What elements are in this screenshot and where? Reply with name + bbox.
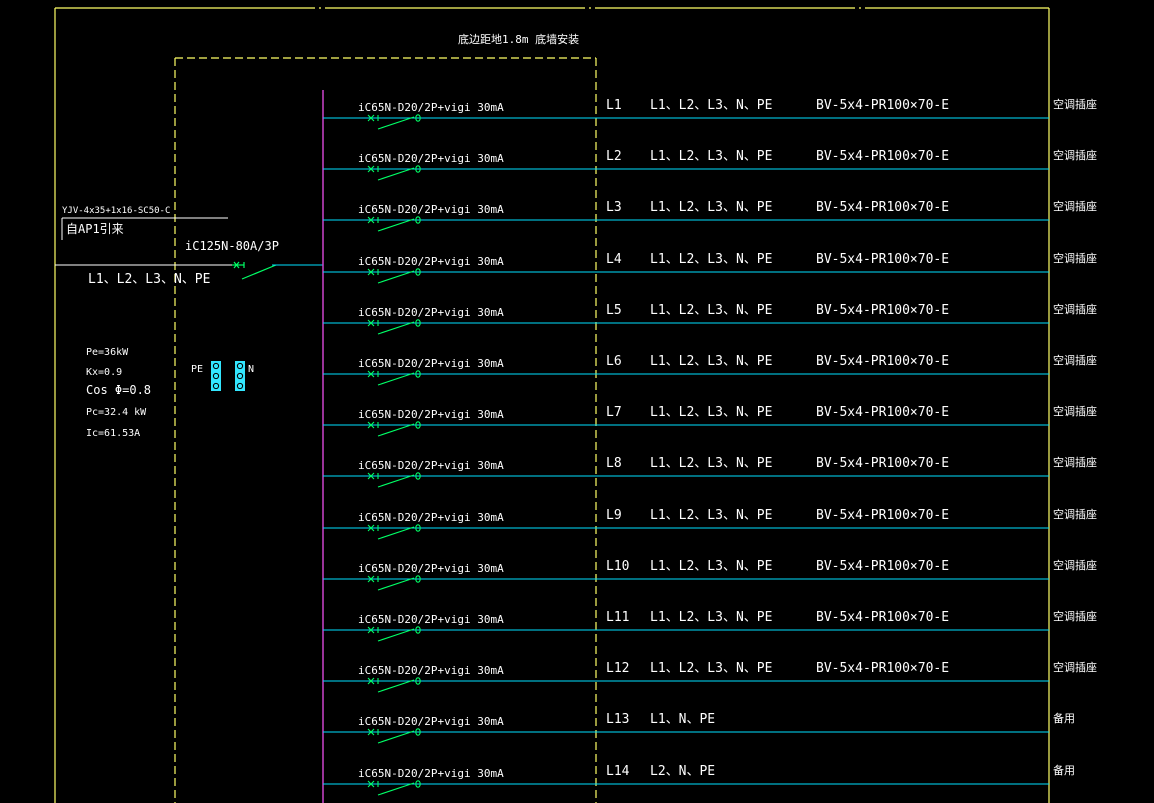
circuit-id: L1	[606, 98, 622, 113]
branch-breaker-label: iC65N-D20/2P+vigi 30mA	[358, 767, 504, 780]
circuit-usage: 空调插座	[1053, 559, 1097, 572]
circuit-cable: BV-5x4-PR100×70-E	[816, 354, 950, 369]
circuit-phases: L1、L2、L3、N、PE	[650, 252, 773, 267]
schematic-canvas	[54, 7, 1050, 803]
cabinet-outline	[174, 57, 597, 803]
circuit-phases: L1、L2、L3、N、PE	[650, 405, 773, 420]
circuit-phases: L2、N、PE	[650, 764, 716, 779]
branch-breaker-symbol	[367, 421, 421, 437]
branch-breaker-label: iC65N-D20/2P+vigi 30mA	[358, 101, 504, 114]
branch-breaker-label: iC65N-D20/2P+vigi 30mA	[358, 511, 504, 524]
circuit-phases: L1、N、PE	[650, 712, 716, 727]
branch-breaker-symbol	[367, 472, 421, 488]
circuit-id: L6	[606, 354, 622, 369]
circuit-cable: BV-5x4-PR100×70-E	[816, 303, 950, 318]
param-ic: Ic=61.53A	[86, 428, 141, 439]
circuit-id: L12	[606, 661, 630, 676]
branch-breaker-label: iC65N-D20/2P+vigi 30mA	[358, 459, 504, 472]
circuit-usage: 空调插座	[1053, 661, 1097, 674]
n-bus-label: N	[248, 364, 255, 375]
circuit-usage: 空调插座	[1053, 508, 1097, 521]
param-pc: Pc=32.4 kW	[86, 407, 147, 418]
circuit-phases: L1、L2、L3、N、PE	[650, 661, 773, 676]
branch-breaker-symbol	[367, 728, 421, 744]
branch-breaker-symbol	[367, 575, 421, 591]
branch-breaker-label: iC65N-D20/2P+vigi 30mA	[358, 408, 504, 421]
circuit-phases: L1、L2、L3、N、PE	[650, 354, 773, 369]
main-breaker-symbol	[232, 261, 277, 280]
circuit-usage: 空调插座	[1053, 98, 1097, 111]
circuit-id: L8	[606, 456, 622, 471]
branch-breaker-label: iC65N-D20/2P+vigi 30mA	[358, 357, 504, 370]
circuit-id: L14	[606, 764, 630, 779]
branch-breaker-label: iC65N-D20/2P+vigi 30mA	[358, 203, 504, 216]
circuit-usage: 空调插座	[1053, 354, 1097, 367]
main-breaker-label: iC125N-80A/3P	[185, 239, 279, 253]
circuit-usage: 备用	[1053, 764, 1075, 777]
circuit-usage: 备用	[1053, 712, 1075, 725]
circuit-phases: L1、L2、L3、N、PE	[650, 456, 773, 471]
circuit-usage: 空调插座	[1053, 149, 1097, 162]
circuit-cable: BV-5x4-PR100×70-E	[816, 98, 950, 113]
branch-breaker-label: iC65N-D20/2P+vigi 30mA	[358, 562, 504, 575]
circuit-cable: BV-5x4-PR100×70-E	[816, 252, 950, 267]
pe-bus-label: PE	[191, 364, 204, 375]
circuit-id: L10	[606, 559, 630, 574]
circuit-id: L4	[606, 252, 622, 267]
install-note: 底边距地1.8m 底墙安装	[458, 33, 580, 46]
circuit-cable: BV-5x4-PR100×70-E	[816, 508, 950, 523]
circuit-id: L3	[606, 200, 622, 215]
feeder-cable-label: YJV-4x35+1x16-SC50-C	[62, 206, 171, 216]
circuit-phases: L1、L2、L3、N、PE	[650, 149, 773, 164]
branch-breaker-symbol	[367, 268, 421, 284]
circuit-id: L5	[606, 303, 622, 318]
branch-breaker-label: iC65N-D20/2P+vigi 30mA	[358, 306, 504, 319]
circuit-usage: 空调插座	[1053, 200, 1097, 213]
circuit-id: L11	[606, 610, 630, 625]
incoming-phases-label: L1、L2、L3、N、PE	[88, 272, 211, 287]
circuit-usage: 空调插座	[1053, 252, 1097, 265]
pe-terminal-block	[211, 361, 221, 391]
n-terminal-block	[235, 361, 245, 391]
branch-breaker-label: iC65N-D20/2P+vigi 30mA	[358, 255, 504, 268]
circuit-cable: BV-5x4-PR100×70-E	[816, 149, 950, 164]
circuit-cable: BV-5x4-PR100×70-E	[816, 559, 950, 574]
branch-breaker-symbol	[367, 780, 421, 796]
branch-breaker-symbol	[367, 216, 421, 232]
circuit-phases: L1、L2、L3、N、PE	[650, 559, 773, 574]
branch-breaker-symbol	[367, 626, 421, 642]
source-label: 自AP1引来	[66, 222, 124, 236]
branch-breaker-symbol	[367, 114, 421, 130]
circuit-cable: BV-5x4-PR100×70-E	[816, 610, 950, 625]
circuit-usage: 空调插座	[1053, 303, 1097, 316]
circuit-cable: BV-5x4-PR100×70-E	[816, 200, 950, 215]
circuit-phases: L1、L2、L3、N、PE	[650, 610, 773, 625]
circuit-phases: L1、L2、L3、N、PE	[650, 98, 773, 113]
circuit-id: L9	[606, 508, 622, 523]
circuit-cable: BV-5x4-PR100×70-E	[816, 405, 950, 420]
branch-breaker-label: iC65N-D20/2P+vigi 30mA	[358, 715, 504, 728]
branch-breaker-label: iC65N-D20/2P+vigi 30mA	[358, 152, 504, 165]
branch-breaker-symbol	[367, 524, 421, 540]
circuit-id: L7	[606, 405, 622, 420]
circuit-id: L2	[606, 149, 622, 164]
param-cos: Cos Φ=0.8	[86, 383, 152, 397]
branch-breaker-symbol	[367, 319, 421, 335]
circuit-cable: BV-5x4-PR100×70-E	[816, 661, 950, 676]
circuit-usage: 空调插座	[1053, 405, 1097, 418]
circuit-phases: L1、L2、L3、N、PE	[650, 200, 773, 215]
branch-breaker-label: iC65N-D20/2P+vigi 30mA	[358, 613, 504, 626]
circuit-usage: 空调插座	[1053, 610, 1097, 623]
circuit-usage: 空调插座	[1053, 456, 1097, 469]
branch-breaker-symbol	[367, 165, 421, 181]
circuit-phases: L1、L2、L3、N、PE	[650, 303, 773, 318]
param-pe: Pe=36kW	[86, 347, 129, 358]
branch-breaker-label: iC65N-D20/2P+vigi 30mA	[358, 664, 504, 677]
circuit-cable: BV-5x4-PR100×70-E	[816, 456, 950, 471]
param-kx: Kx=0.9	[86, 367, 123, 378]
circuit-id: L13	[606, 712, 630, 727]
branch-breaker-symbol	[367, 370, 421, 386]
circuit-phases: L1、L2、L3、N、PE	[650, 508, 773, 523]
branch-breaker-symbol	[367, 677, 421, 693]
